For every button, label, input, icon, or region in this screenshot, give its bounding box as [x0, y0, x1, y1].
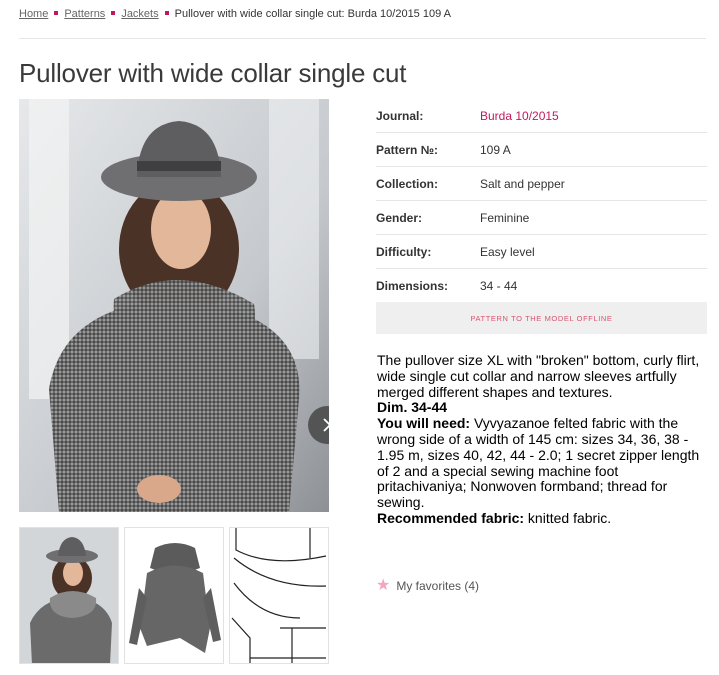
spec-label: Difficulty:: [376, 244, 432, 259]
recommended-fabric-text: knitted fabric.: [524, 509, 612, 526]
spec-value: Easy level: [480, 244, 535, 259]
breadcrumb-patterns-link[interactable]: Patterns: [64, 8, 105, 20]
breadcrumb: Home Patterns Jackets Pullover with wide co…: [19, 8, 451, 20]
spec-row-difficulty: Difficulty: Easy level: [376, 235, 707, 269]
chevron-right-icon: [323, 418, 329, 432]
you-will-need-label: You will need:: [377, 415, 471, 432]
breadcrumb-separator: [111, 11, 116, 16]
spec-row-collection: Collection: Salt and pepper: [376, 167, 707, 201]
thumbnail-gallery: [19, 527, 329, 664]
page-title: Pullover with wide collar single cut: [19, 58, 407, 88]
breadcrumb-current: Pullover with wide collar single cut: Bu…: [174, 8, 451, 20]
spec-label: Pattern №:: [376, 142, 439, 157]
divider: [19, 38, 706, 39]
breadcrumb-jackets-link[interactable]: Jackets: [121, 8, 158, 20]
spec-label: Collection:: [376, 176, 438, 191]
spec-value: Feminine: [480, 210, 530, 225]
star-icon: ★: [376, 577, 391, 594]
model-photo-illustration: [19, 99, 329, 512]
thumbnail-technical-drawing[interactable]: [229, 527, 329, 664]
spec-label: Journal:: [376, 108, 424, 123]
description-intro: The pullover size XL with "broken" botto…: [377, 352, 700, 400]
spec-value: 109 A: [480, 142, 511, 157]
breadcrumb-separator: [164, 11, 169, 16]
technical-drawing-thumbnail-image: [230, 528, 328, 663]
thumbnail-photo-model[interactable]: [19, 527, 119, 664]
main-product-photo[interactable]: [19, 99, 329, 512]
spec-label: Dimensions:: [376, 278, 449, 293]
spec-row-journal: Journal: Burda 10/2015: [376, 99, 707, 133]
description-dimensions: Dim. 34-44: [377, 399, 448, 416]
pattern-description: The pullover size XL with "broken" botto…: [377, 352, 707, 527]
favorites-label: My favorites (4): [396, 579, 480, 593]
garment-thumbnail-image: [125, 528, 223, 663]
model-thumbnail-image: [20, 528, 118, 663]
spec-value: 34 - 44: [480, 278, 518, 293]
journal-link[interactable]: Burda 10/2015: [480, 109, 559, 123]
pattern-offline-button[interactable]: PATTERN TO THE MODEL OFFLINE: [376, 302, 707, 334]
spec-row-dimensions: Dimensions: 34 - 44: [376, 269, 707, 303]
spec-value: Salt and pepper: [480, 176, 565, 191]
spec-row-pattern-number: Pattern №: 109 A: [376, 133, 707, 167]
spec-row-gender: Gender: Feminine: [376, 201, 707, 235]
breadcrumb-home-link[interactable]: Home: [19, 8, 48, 20]
thumbnail-garment[interactable]: [124, 527, 224, 664]
breadcrumb-separator: [54, 11, 59, 16]
spec-label: Gender:: [376, 210, 423, 225]
favorites-link[interactable]: ★ My favorites (4): [376, 578, 479, 594]
pattern-specs-table: Journal: Burda 10/2015 Pattern №: 109 A …: [376, 99, 707, 303]
recommended-fabric-label: Recommended fabric:: [377, 509, 525, 526]
